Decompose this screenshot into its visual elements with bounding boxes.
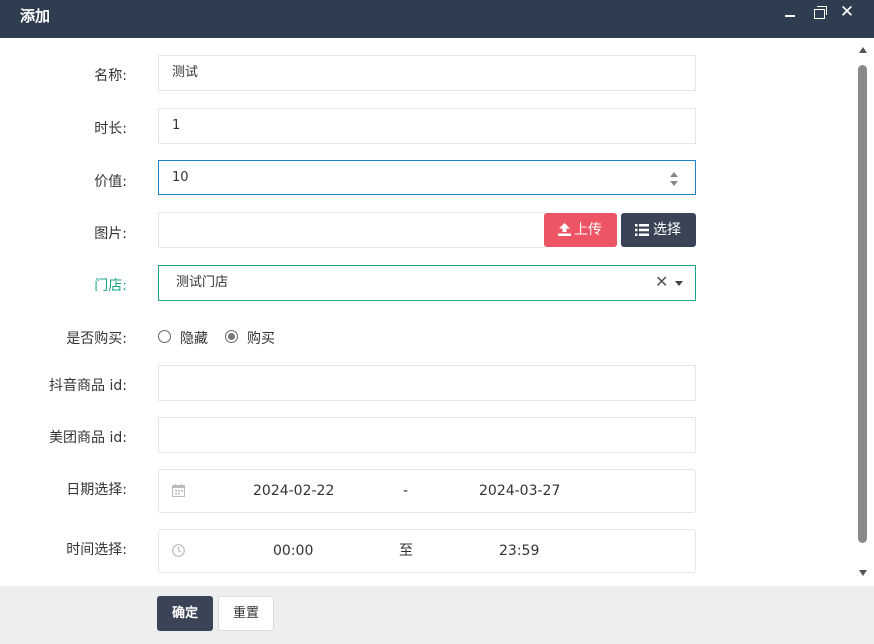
- image-label: 图片:: [94, 226, 127, 242]
- date-end[interactable]: 2024-03-27: [479, 474, 560, 508]
- minimize-icon[interactable]: [782, 4, 800, 22]
- clear-icon[interactable]: ✕: [655, 265, 668, 299]
- list-icon: [635, 224, 649, 236]
- date-separator: -: [403, 483, 409, 499]
- duration-input[interactable]: 1: [158, 108, 696, 144]
- close-icon[interactable]: ✕: [838, 3, 856, 21]
- time-end[interactable]: 23:59: [499, 534, 539, 568]
- date-range-label: 日期选择:: [66, 482, 127, 498]
- scroll-down-icon[interactable]: [859, 570, 867, 576]
- scrollbar-thumb[interactable]: [858, 65, 867, 543]
- name-label: 名称:: [94, 68, 127, 84]
- price-label: 价值:: [94, 174, 127, 190]
- choose-label: 选择: [653, 222, 681, 238]
- store-label: 门店:: [94, 278, 127, 294]
- time-range-label: 时间选择:: [66, 542, 127, 558]
- time-separator: 至: [399, 543, 413, 559]
- reset-button[interactable]: 重置: [218, 596, 274, 631]
- duration-label: 时长:: [94, 121, 127, 137]
- number-spinner-icon[interactable]: [669, 171, 679, 187]
- date-start[interactable]: 2024-02-22: [253, 474, 334, 508]
- store-selected-value: 测试门店: [176, 275, 229, 290]
- radio-buy-label: 购买: [247, 331, 275, 347]
- douyin-id-label: 抖音商品 id:: [49, 378, 127, 394]
- dialog-titlebar: 添加 ✕: [0, 0, 874, 38]
- store-select[interactable]: 测试门店 ✕: [158, 265, 696, 301]
- scroll-up-icon[interactable]: [859, 47, 867, 53]
- radio-hide-label: 隐藏: [180, 331, 208, 347]
- form-content: 名称: 测试 时长: 1 价值: 10 图片: 上传 选择 门店: 测试门店 ✕…: [0, 38, 874, 586]
- upload-button[interactable]: 上传: [544, 213, 617, 247]
- chevron-down-icon[interactable]: [675, 281, 683, 286]
- meituan-id-label: 美团商品 id:: [49, 430, 127, 446]
- maximize-icon[interactable]: [811, 4, 829, 22]
- meituan-id-input[interactable]: [158, 417, 696, 453]
- confirm-button[interactable]: 确定: [157, 596, 213, 631]
- name-input[interactable]: 测试: [158, 55, 696, 91]
- calendar-icon: [172, 484, 185, 497]
- radio-hide[interactable]: [158, 330, 171, 343]
- clock-icon: [172, 544, 185, 557]
- price-value: 10: [172, 170, 189, 185]
- dialog-footer: 确定 重置: [0, 586, 874, 644]
- time-start[interactable]: 00:00: [273, 534, 313, 568]
- upload-label: 上传: [574, 222, 602, 238]
- dialog-title: 添加: [20, 7, 51, 25]
- douyin-id-input[interactable]: [158, 365, 696, 401]
- date-range-picker[interactable]: 2024-02-22 - 2024-03-27: [158, 469, 696, 513]
- time-range-picker[interactable]: 00:00 至 23:59: [158, 529, 696, 573]
- radio-buy[interactable]: [225, 330, 238, 343]
- price-input[interactable]: 10: [158, 160, 696, 195]
- purchasable-label: 是否购买:: [66, 331, 127, 347]
- choose-button[interactable]: 选择: [621, 213, 696, 247]
- vertical-scrollbar[interactable]: [857, 38, 869, 583]
- image-path-input[interactable]: [158, 212, 545, 248]
- upload-icon: [558, 223, 571, 236]
